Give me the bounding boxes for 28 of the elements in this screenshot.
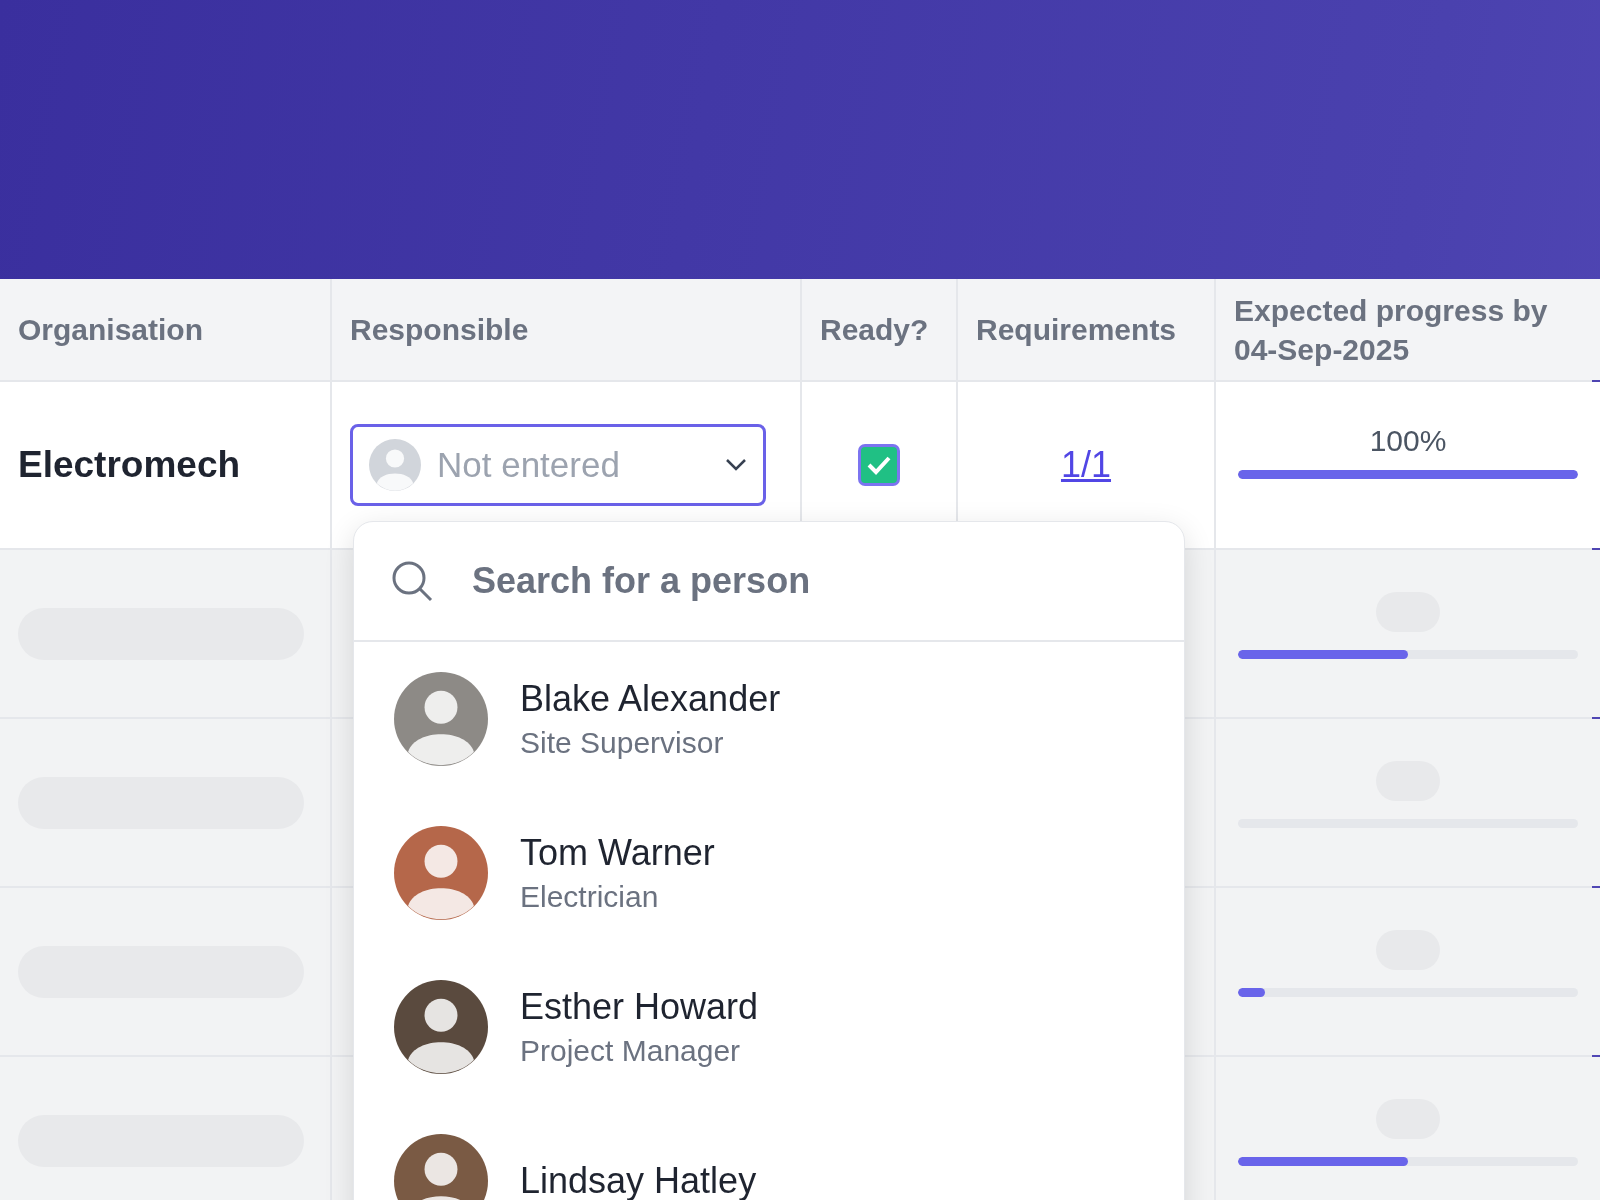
- column-header: Responsible: [332, 279, 800, 380]
- avatar-icon: [394, 826, 488, 920]
- column-header: Expected progress by 04-Sep-2025: [1216, 279, 1600, 380]
- person-option[interactable]: Lindsay Hatley: [354, 1104, 1184, 1200]
- person-option[interactable]: Esther Howard Project Manager: [354, 950, 1184, 1104]
- person-role: Electrician: [520, 880, 660, 914]
- person-option[interactable]: Tom Warner Electrician: [354, 796, 1184, 950]
- search-field[interactable]: Search for a person: [470, 559, 1148, 603]
- check-icon: [866, 455, 892, 475]
- person-name: Blake Alexander: [520, 678, 781, 720]
- ready-checkbox[interactable]: [858, 444, 900, 486]
- avatar-icon: [394, 672, 488, 766]
- column-header: Requirements: [958, 279, 1214, 380]
- person-role: Site Supervisor: [520, 726, 725, 760]
- column-header: Ready?: [802, 279, 956, 380]
- progress-reading: 100%: [1369, 424, 1447, 458]
- avatar-icon: [394, 980, 488, 1074]
- person-name: Lindsay Hatley: [520, 1160, 757, 1200]
- column-header: Organisation: [0, 279, 330, 380]
- person-name: Tom Warner: [520, 832, 715, 874]
- search-icon: [390, 559, 434, 603]
- requirements-link[interactable]: 1/1: [1060, 444, 1111, 486]
- person-role: Project Manager: [520, 1034, 742, 1068]
- person-name: Esther Howard: [520, 986, 759, 1028]
- person-option[interactable]: Blake Alexander Site Supervisor: [354, 642, 1184, 796]
- organisation-name: Electromech: [18, 444, 241, 486]
- caret-icon: [725, 458, 747, 472]
- avatar-icon: [369, 439, 421, 491]
